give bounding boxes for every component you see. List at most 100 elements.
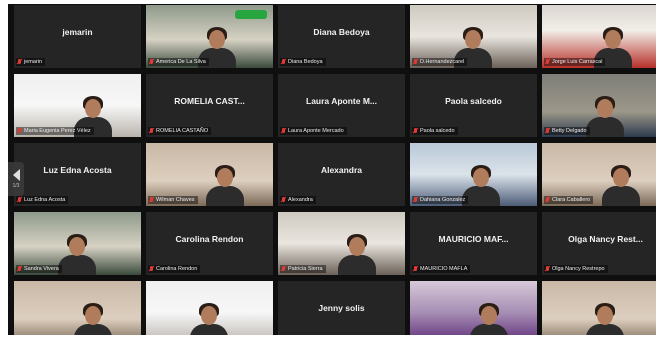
participant-label: Laura Aponte Mercado	[288, 128, 344, 134]
mic-muted-icon	[149, 197, 154, 203]
participant-label: Dahiana Gonzalez	[420, 197, 466, 203]
participant-nameplate: Clara Caballero	[544, 196, 594, 204]
mic-muted-icon	[17, 266, 22, 272]
participant-label: ROMELIA CASTAÑO	[156, 128, 209, 134]
participant-video	[14, 281, 141, 335]
participant-name-title: Luz Edna Acosta	[43, 165, 112, 175]
mic-muted-icon	[281, 128, 286, 134]
participant-nameplate: Wilman Chaves	[148, 196, 198, 204]
participant-label: Sandra Vivera	[24, 266, 59, 272]
participant-video	[410, 281, 537, 335]
participant-label: Jorge Luis Carrascal	[552, 59, 603, 65]
participant-tile[interactable]: Wilman Chaves	[146, 143, 273, 206]
mic-muted-icon	[545, 266, 550, 272]
participant-label: jemarin	[24, 59, 43, 65]
mic-muted-icon	[17, 128, 22, 134]
participant-nameplate: Dahiana Gonzalez	[412, 196, 469, 204]
participant-name-title: Olga Nancy Rest...	[568, 234, 643, 244]
participant-nameplate: Laura Aponte Mercado	[280, 127, 347, 135]
chevron-left-icon	[12, 169, 20, 181]
participant-silhouette	[190, 303, 228, 335]
participant-nameplate: ROMELIA CASTAÑO	[148, 127, 212, 135]
participant-tile[interactable]: Paola salcedo Paola salcedo	[410, 74, 537, 137]
participant-nameplate: Alexandra	[280, 196, 316, 204]
participant-tile[interactable]: jemarin jemarin	[14, 5, 141, 68]
participant-silhouette	[470, 303, 508, 335]
participant-label: America De La Silva	[156, 59, 206, 65]
participant-silhouette	[586, 96, 624, 137]
participant-nameplate: America De La Silva	[148, 58, 209, 66]
participant-label: Patricia Sierra	[288, 266, 323, 272]
mic-muted-icon	[413, 128, 418, 134]
participant-tile[interactable]: MAURICIO MAF... MAURICIO MAFLA	[410, 212, 537, 275]
participant-label: Paola salcedo	[420, 128, 455, 134]
mic-muted-icon	[149, 128, 154, 134]
participant-name-title: MAURICIO MAF...	[438, 234, 509, 244]
participant-tile[interactable]: America De La Silva	[146, 5, 273, 68]
participant-tile[interactable]: Maria Eugenia Perez Vélez	[14, 74, 141, 137]
participant-label: MAURICIO MAFLA	[420, 266, 468, 272]
mic-muted-icon	[281, 59, 286, 65]
participant-name-title: Alexandra	[320, 165, 363, 175]
participant-nameplate: jemarin	[16, 58, 46, 66]
participant-nameplate: MAURICIO MAFLA	[412, 265, 471, 273]
participant-name-title: Paola salcedo	[445, 96, 502, 106]
participant-tile[interactable]: Jenny solis	[278, 281, 405, 335]
participant-tile[interactable]: Olga Nancy Rest... Olga Nancy Restrepo	[542, 212, 656, 275]
mic-muted-icon	[545, 197, 550, 203]
participant-tile[interactable]	[542, 281, 656, 335]
participant-video	[146, 281, 273, 335]
participant-name-title: Laura Aponte M...	[306, 96, 377, 106]
mic-muted-icon	[281, 266, 286, 272]
participant-nameplate: Betty Delgado	[544, 127, 590, 135]
mic-muted-icon	[281, 197, 286, 203]
participant-label: Carolina Rendon	[156, 266, 198, 272]
mic-muted-icon	[149, 266, 154, 272]
participant-nameplate: Sandra Vivera	[16, 265, 62, 273]
participant-label: Luz Edna Acosta	[24, 197, 66, 203]
participant-tile[interactable]: Laura Aponte M... Laura Aponte Mercado	[278, 74, 405, 137]
participant-tile[interactable]: Alexandra Alexandra	[278, 143, 405, 206]
mic-muted-icon	[545, 59, 550, 65]
participant-tile[interactable]: Dahiana Gonzalez	[410, 143, 537, 206]
participant-label: D.Hernandezcarel	[420, 59, 465, 65]
participant-nameplate: Olga Nancy Restrepo	[544, 265, 608, 273]
mic-muted-icon	[149, 59, 154, 65]
participant-name-title: jemarin	[62, 27, 93, 37]
participant-label: Alexandra	[288, 197, 313, 203]
mic-muted-icon	[413, 266, 418, 272]
participant-tile[interactable]	[146, 281, 273, 335]
participant-silhouette	[74, 303, 112, 335]
background-logo	[235, 10, 267, 19]
previous-page-button[interactable]: 1/3	[8, 162, 24, 196]
participant-silhouette	[602, 165, 640, 206]
participant-tile[interactable]: Carolina Rendon Carolina Rendon	[146, 212, 273, 275]
participant-nameplate: Carolina Rendon	[148, 265, 201, 273]
participant-tile[interactable]	[410, 281, 537, 335]
participant-tile[interactable]: Clara Caballero	[542, 143, 656, 206]
mic-muted-icon	[413, 59, 418, 65]
participant-nameplate: Diana Bedoya	[280, 58, 326, 66]
participant-video	[542, 281, 656, 335]
participant-nameplate: Luz Edna Acosta	[16, 196, 69, 204]
participant-tile[interactable]: Luz Edna Acosta Luz Edna Acosta	[14, 143, 141, 206]
participant-tile[interactable]: Patricia Sierra	[278, 212, 405, 275]
participant-tile[interactable]: Diana Bedoya Diana Bedoya	[278, 5, 405, 68]
participant-tile[interactable]: D.Hernandezcarel	[410, 5, 537, 68]
participant-silhouette	[586, 303, 624, 335]
participant-silhouette	[58, 234, 96, 275]
participant-label: Diana Bedoya	[288, 59, 323, 65]
participant-tile[interactable]	[14, 281, 141, 335]
participant-label: Betty Delgado	[552, 128, 587, 134]
participant-tile[interactable]: ROMELIA CAST... ROMELIA CASTAÑO	[146, 74, 273, 137]
participant-nameplate: Paola salcedo	[412, 127, 458, 135]
mic-muted-icon	[17, 197, 22, 203]
participant-name-title: Carolina Rendon	[175, 234, 244, 244]
participant-tile[interactable]: Sandra Vivera	[14, 212, 141, 275]
participant-name-title: Jenny solis	[318, 303, 365, 313]
participant-nameplate: D.Hernandezcarel	[412, 58, 468, 66]
participant-tile[interactable]: Betty Delgado	[542, 74, 656, 137]
participant-tile[interactable]: Jorge Luis Carrascal	[542, 5, 656, 68]
mic-muted-icon	[413, 197, 418, 203]
participant-nameplate: Patricia Sierra	[280, 265, 326, 273]
